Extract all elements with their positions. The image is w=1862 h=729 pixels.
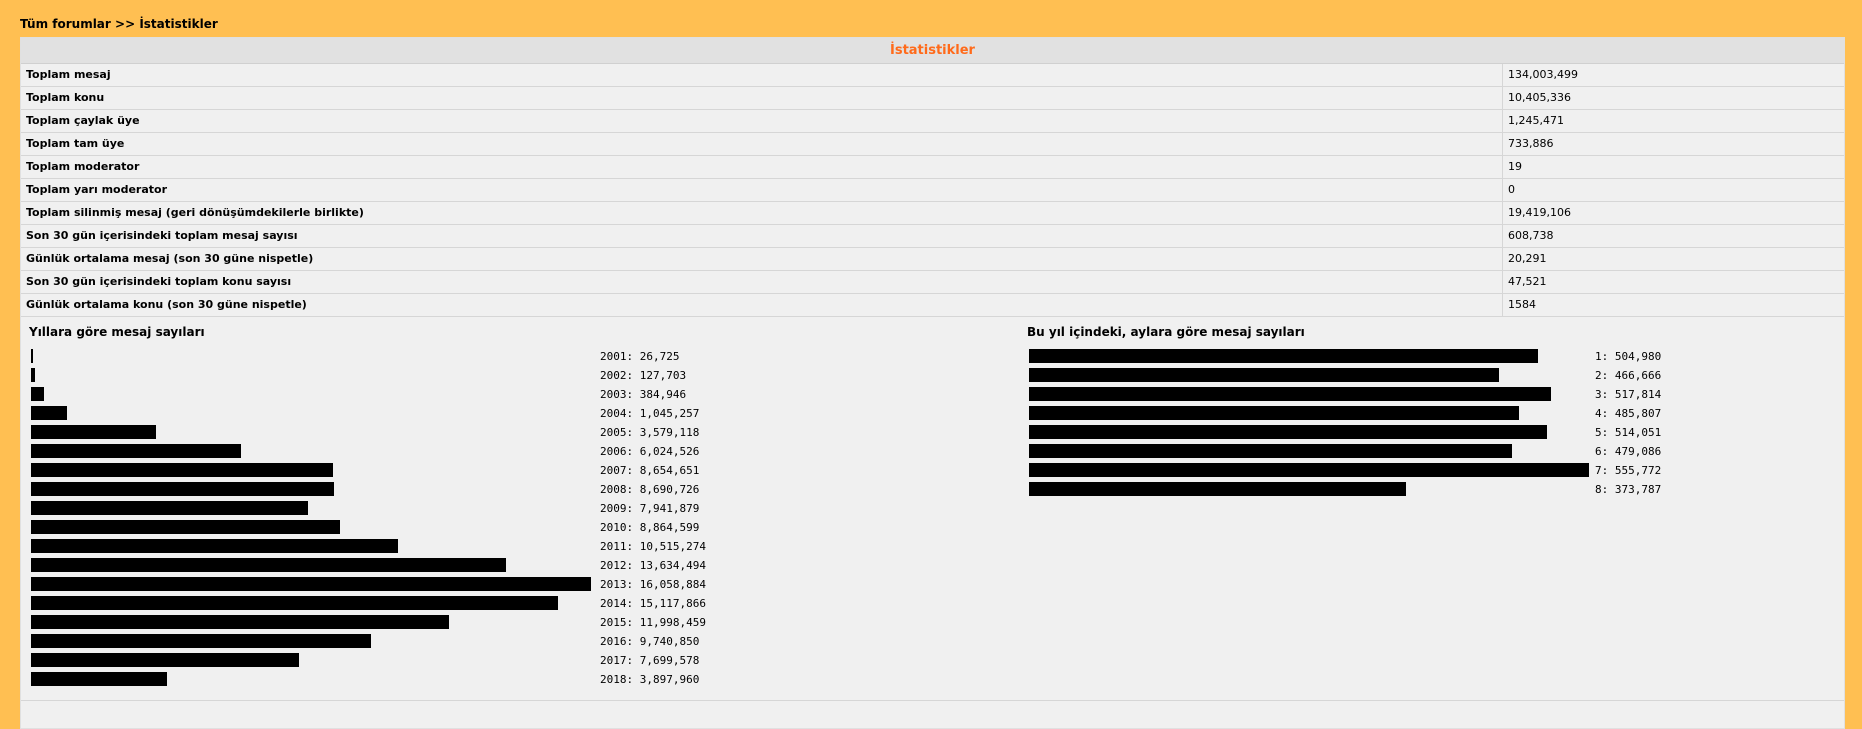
stat-row: Günlük ortalama mesaj (son 30 güne nispe… — [21, 248, 1844, 271]
bar-label-2002: 2002: 127,703 — [600, 369, 686, 382]
stat-row: Toplam tam üye 733,886 — [21, 133, 1844, 156]
bar-label-2012: 2012: 13,634,494 — [600, 559, 706, 572]
stat-label: Toplam yarı moderator — [21, 179, 1503, 201]
bar-2013 — [31, 577, 591, 591]
stat-row: Günlük ortalama konu (son 30 güne nispet… — [21, 294, 1844, 317]
bar-2018 — [31, 672, 167, 686]
stat-label: Toplam çaylak üye — [21, 110, 1503, 132]
bar-label-2006: 2006: 6,024,526 — [600, 445, 699, 458]
bar-2009 — [31, 501, 308, 515]
stat-value: 134,003,499 — [1508, 68, 1578, 81]
bar-label-2018: 2018: 3,897,960 — [600, 673, 699, 686]
stat-value: 20,291 — [1508, 252, 1547, 265]
bar-7 — [1029, 463, 1589, 477]
stat-row: Son 30 gün içerisindeki toplam konu sayı… — [21, 271, 1844, 294]
bar-6 — [1029, 444, 1512, 458]
bar-2015 — [31, 615, 449, 629]
bar-label-1: 1: 504,980 — [1595, 350, 1661, 363]
stat-value: 10,405,336 — [1508, 91, 1571, 104]
bar-2001 — [31, 349, 33, 363]
bar-2006 — [31, 444, 241, 458]
stat-label: Toplam tam üye — [21, 133, 1503, 155]
breadcrumb-home-link[interactable]: Tüm forumlar — [20, 17, 111, 31]
bar-2003 — [31, 387, 44, 401]
bar-label-2010: 2010: 8,864,599 — [600, 521, 699, 534]
bar-2014 — [31, 596, 558, 610]
charts-area: Yıllara göre mesaj sayıları 2001: 26,725… — [21, 317, 1844, 697]
stat-value: 0 — [1508, 183, 1515, 196]
bar-label-2: 2: 466,666 — [1595, 369, 1661, 382]
section-divider — [21, 700, 1844, 701]
bar-2007 — [31, 463, 333, 477]
bar-label-2004: 2004: 1,045,257 — [600, 407, 699, 420]
bar-label-2003: 2003: 384,946 — [600, 388, 686, 401]
bar-label-3: 3: 517,814 — [1595, 388, 1662, 401]
stat-value: 1584 — [1508, 298, 1536, 311]
bar-label-2013: 2013: 16,058,884 — [600, 578, 706, 591]
stat-label: Toplam mesaj — [21, 64, 1503, 86]
stat-label: Günlük ortalama mesaj (son 30 güne nispe… — [21, 248, 1503, 270]
bar-5 — [1029, 425, 1547, 439]
bar-4 — [1029, 406, 1519, 420]
bar-2002 — [31, 368, 35, 382]
bar-label-8: 8: 373,787 — [1595, 483, 1661, 496]
bar-2017 — [31, 653, 299, 667]
bar-1 — [1029, 349, 1538, 363]
stat-label: Günlük ortalama konu (son 30 güne nispet… — [21, 294, 1503, 316]
bar-2011 — [31, 539, 398, 553]
bar-2005 — [31, 425, 156, 439]
stat-value: 733,886 — [1508, 137, 1554, 150]
bar-8 — [1029, 482, 1406, 496]
bar-2 — [1029, 368, 1499, 382]
stat-row: Toplam silinmiş mesaj (geri dönüşümdekil… — [21, 202, 1844, 225]
stats-table: Toplam mesaj 134,003,499 Toplam konu 10,405… — [21, 64, 1844, 317]
bar-label-2015: 2015: 11,998,459 — [600, 616, 706, 629]
bar-label-2009: 2009: 7,941,879 — [600, 502, 699, 515]
breadcrumb: Tüm forumlar >> İstatistikler — [20, 17, 218, 31]
bar-2012 — [31, 558, 506, 572]
stat-label: Son 30 gün içerisindeki toplam konu sayı… — [21, 271, 1503, 293]
stat-row: Son 30 gün içerisindeki toplam mesaj say… — [21, 225, 1844, 248]
panel-title: İstatistikler — [21, 38, 1844, 64]
breadcrumb-current: İstatistikler — [139, 17, 218, 31]
breadcrumb-separator: >> — [115, 17, 136, 31]
statistics-panel: İstatistikler Toplam mesaj 134,003,499 Top… — [20, 37, 1845, 729]
stat-value: 608,738 — [1508, 229, 1554, 242]
stat-value: 47,521 — [1508, 275, 1547, 288]
bar-label-2001: 2001: 26,725 — [600, 350, 679, 363]
stat-row: Toplam çaylak üye 1,245,471 — [21, 110, 1844, 133]
stat-value: 19,419,106 — [1508, 206, 1571, 219]
stat-row: Toplam mesaj 134,003,499 — [21, 64, 1844, 87]
stat-row: Toplam yarı moderator 0 — [21, 179, 1844, 202]
yearly-chart-title: Yıllara göre mesaj sayıları — [29, 325, 205, 339]
stat-value: 19 — [1508, 160, 1522, 173]
stat-label: Toplam silinmiş mesaj (geri dönüşümdekil… — [21, 202, 1503, 224]
bar-label-2008: 2008: 8,690,726 — [600, 483, 699, 496]
stat-label: Son 30 gün içerisindeki toplam mesaj say… — [21, 225, 1503, 247]
stat-label: Toplam moderator — [21, 156, 1503, 178]
bar-2008 — [31, 482, 334, 496]
yearly-message-chart: 2001: 26,725 2002: 127,703 2003: 384,946 20… — [31, 349, 706, 686]
monthly-chart-title: Bu yıl içindeki, aylara göre mesaj sayıl… — [1027, 325, 1305, 339]
bar-label-2007: 2007: 8,654,651 — [600, 464, 699, 477]
stat-value: 1,245,471 — [1508, 114, 1564, 127]
bar-label-5: 5: 514,051 — [1595, 426, 1661, 439]
bar-2004 — [31, 406, 67, 420]
stat-row: Toplam konu 10,405,336 — [21, 87, 1844, 110]
bar-2010 — [31, 520, 340, 534]
stat-label: Toplam konu — [21, 87, 1503, 109]
monthly-message-chart: 1: 504,980 2: 466,666 3: 517,814 4: 485,807… — [1029, 349, 1662, 496]
bar-label-2005: 2005: 3,579,118 — [600, 426, 699, 439]
stat-row: Toplam moderator 19 — [21, 156, 1844, 179]
bar-label-2016: 2016: 9,740,850 — [600, 635, 699, 648]
bar-3 — [1029, 387, 1551, 401]
bar-label-2011: 2011: 10,515,274 — [600, 540, 706, 553]
bar-label-6: 6: 479,086 — [1595, 445, 1661, 458]
bar-2016 — [31, 634, 371, 648]
bar-label-2017: 2017: 7,699,578 — [600, 654, 699, 667]
bar-label-4: 4: 485,807 — [1595, 407, 1661, 420]
bar-label-7: 7: 555,772 — [1595, 464, 1661, 477]
bar-label-2014: 2014: 15,117,866 — [600, 597, 706, 610]
